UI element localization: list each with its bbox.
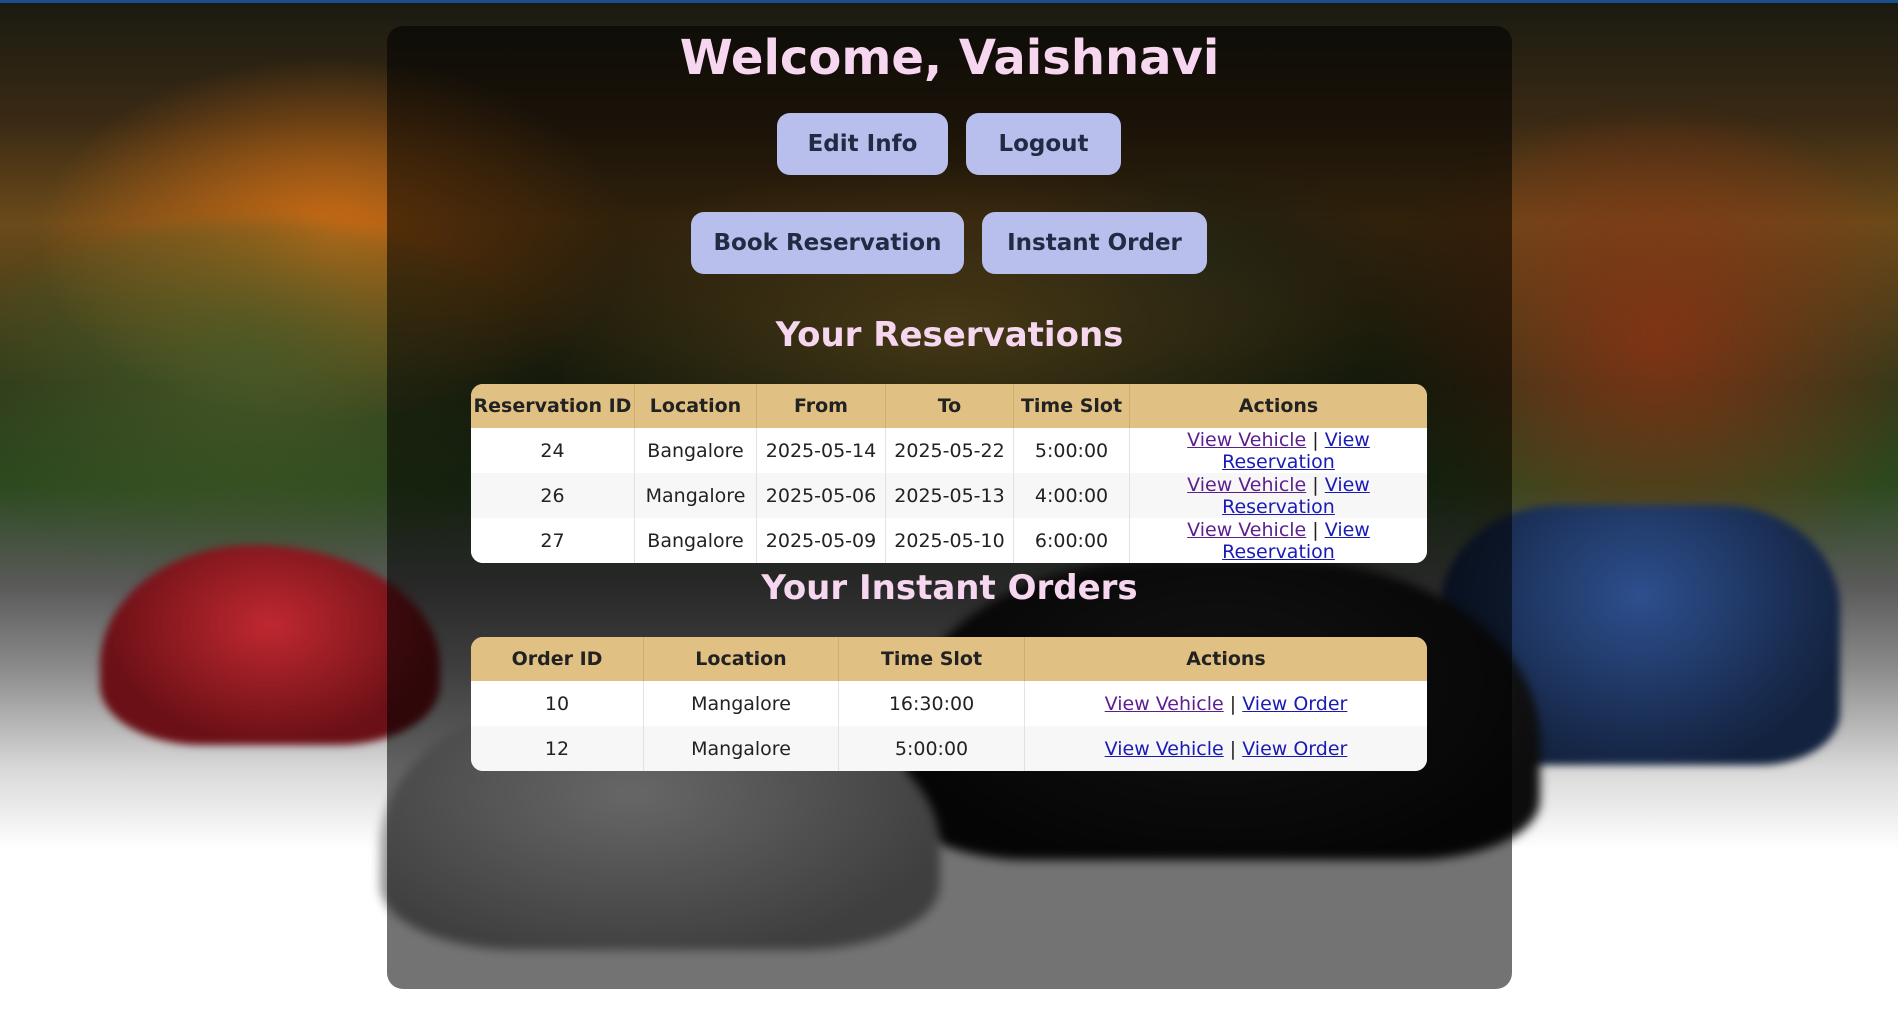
order-id-cell: 12 — [471, 726, 644, 771]
time-slot-cell: 4:00:00 — [1013, 473, 1130, 518]
reservations-table: Reservation ID Location From To Time Slo… — [471, 384, 1427, 563]
view-order-link[interactable]: View Order — [1242, 693, 1347, 715]
action-separator: | — [1312, 428, 1319, 451]
column-header-location: Location — [634, 384, 757, 428]
instant-orders-table: Order ID Location Time Slot Actions 10 M… — [471, 637, 1427, 771]
view-vehicle-link[interactable]: View Vehicle — [1105, 738, 1224, 760]
reservations-header-row: Reservation ID Location From To Time Slo… — [471, 384, 1427, 428]
time-slot-cell: 5:00:00 — [1013, 428, 1130, 473]
time-slot-cell: 5:00:00 — [838, 726, 1025, 771]
location-cell: Bangalore — [634, 428, 757, 473]
actions-cell: View Vehicle | View Order — [1024, 726, 1427, 771]
column-header-to: To — [885, 384, 1014, 428]
table-row: 12 Mangalore 5:00:00 View Vehicle | View… — [471, 726, 1427, 771]
instant-orders-heading: Your Instant Orders — [761, 568, 1138, 608]
action-separator: | — [1312, 518, 1319, 541]
location-cell: Mangalore — [634, 473, 757, 518]
actions-cell: View Vehicle | View Reservation — [1129, 473, 1427, 518]
actions-cell: View Vehicle | View Reservation — [1129, 428, 1427, 473]
reservation-id-cell: 24 — [471, 428, 635, 473]
view-order-link[interactable]: View Order — [1242, 738, 1347, 760]
to-date-cell: 2025-05-13 — [885, 473, 1014, 518]
column-header-actions: Actions — [1024, 637, 1427, 681]
welcome-title: Welcome, Vaishnavi — [679, 30, 1220, 86]
column-header-location: Location — [643, 637, 839, 681]
top-accent-bar — [0, 0, 1898, 3]
location-cell: Mangalore — [643, 681, 839, 726]
reservation-id-cell: 27 — [471, 518, 635, 563]
column-header-time-slot: Time Slot — [1013, 384, 1130, 428]
table-row: 10 Mangalore 16:30:00 View Vehicle | Vie… — [471, 681, 1427, 726]
time-slot-cell: 6:00:00 — [1013, 518, 1130, 563]
view-vehicle-link[interactable]: View Vehicle — [1187, 429, 1306, 451]
reservation-id-cell: 26 — [471, 473, 635, 518]
column-header-time-slot: Time Slot — [838, 637, 1025, 681]
edit-info-button[interactable]: Edit Info — [777, 113, 948, 175]
view-vehicle-link[interactable]: View Vehicle — [1105, 693, 1224, 715]
from-date-cell: 2025-05-14 — [756, 428, 886, 473]
to-date-cell: 2025-05-10 — [885, 518, 1014, 563]
instant-orders-header-row: Order ID Location Time Slot Actions — [471, 637, 1427, 681]
to-date-cell: 2025-05-22 — [885, 428, 1014, 473]
reservations-heading: Your Reservations — [775, 315, 1124, 355]
column-header-from: From — [756, 384, 886, 428]
logout-button[interactable]: Logout — [966, 113, 1121, 175]
table-row: 27 Bangalore 2025-05-09 2025-05-10 6:00:… — [471, 518, 1427, 563]
from-date-cell: 2025-05-06 — [756, 473, 886, 518]
location-cell: Mangalore — [643, 726, 839, 771]
column-header-actions: Actions — [1129, 384, 1427, 428]
order-id-cell: 10 — [471, 681, 644, 726]
column-header-order-id: Order ID — [471, 637, 644, 681]
instant-order-button[interactable]: Instant Order — [982, 212, 1207, 274]
book-reservation-button[interactable]: Book Reservation — [691, 212, 964, 274]
view-vehicle-link[interactable]: View Vehicle — [1187, 474, 1306, 496]
actions-cell: View Vehicle | View Reservation — [1129, 518, 1427, 563]
time-slot-cell: 16:30:00 — [838, 681, 1025, 726]
action-separator: | — [1229, 692, 1237, 715]
location-cell: Bangalore — [634, 518, 757, 563]
action-separator: | — [1312, 473, 1319, 496]
actions-cell: View Vehicle | View Order — [1024, 681, 1427, 726]
from-date-cell: 2025-05-09 — [756, 518, 886, 563]
table-row: 24 Bangalore 2025-05-14 2025-05-22 5:00:… — [471, 428, 1427, 473]
view-vehicle-link[interactable]: View Vehicle — [1187, 519, 1306, 541]
action-separator: | — [1229, 737, 1237, 760]
table-row: 26 Mangalore 2025-05-06 2025-05-13 4:00:… — [471, 473, 1427, 518]
column-header-reservation-id: Reservation ID — [471, 384, 635, 428]
